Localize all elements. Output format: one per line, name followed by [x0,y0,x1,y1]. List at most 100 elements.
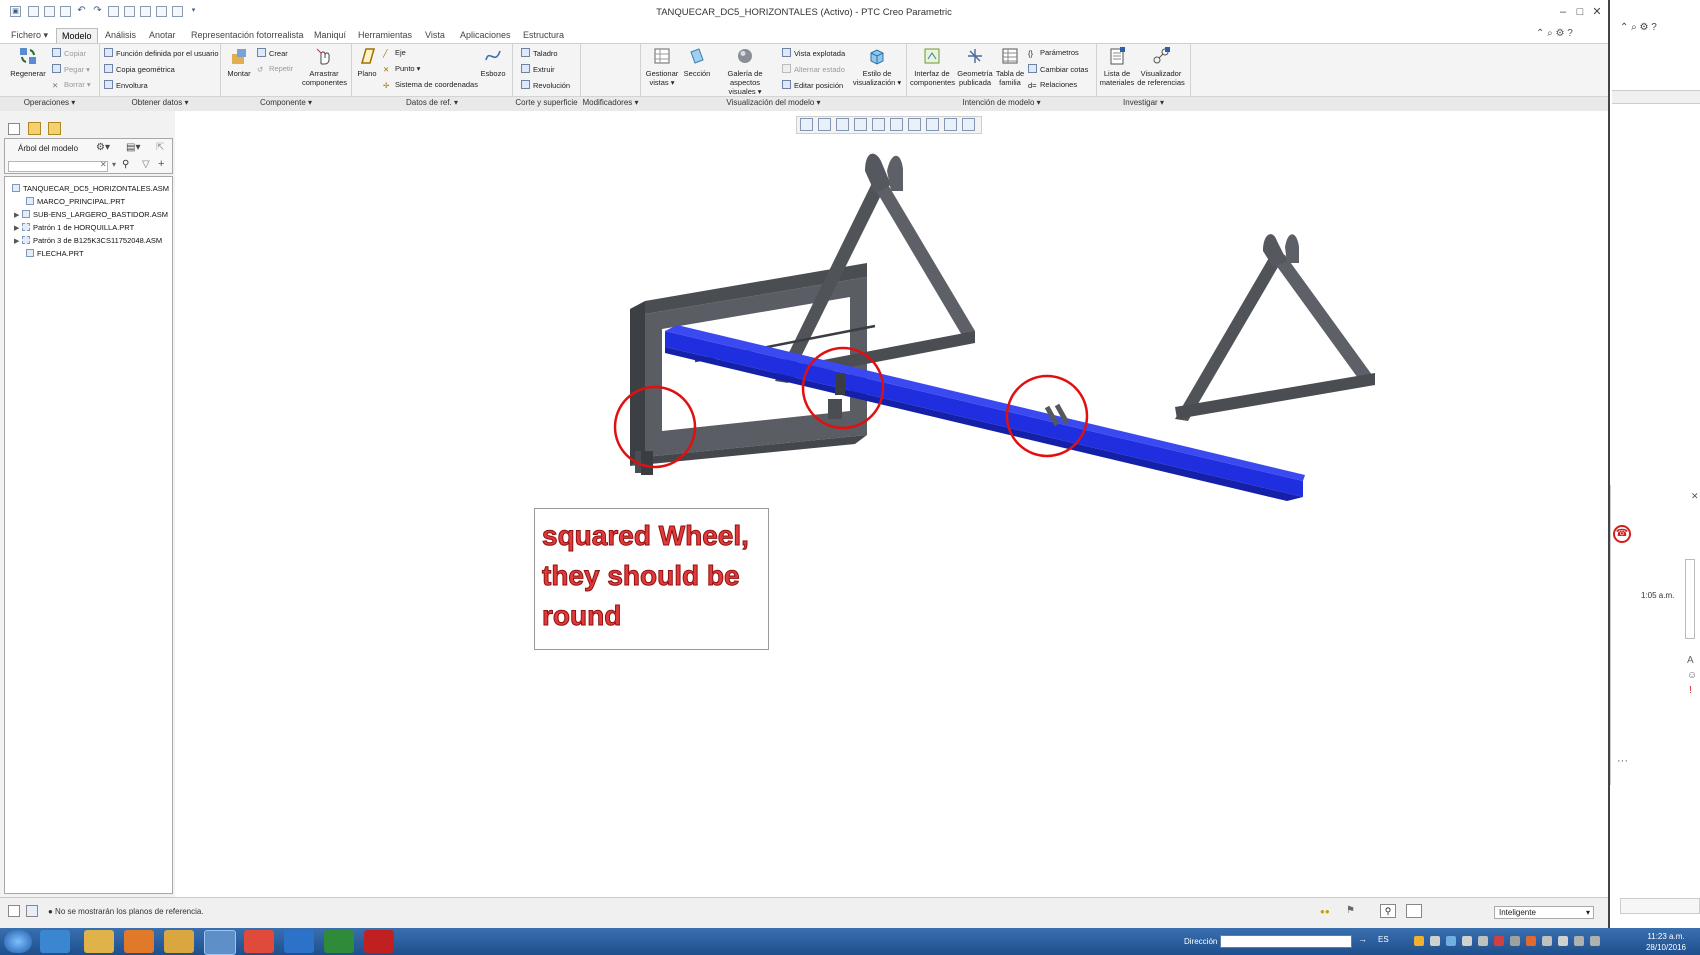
estilo-visualizacion-button[interactable]: Estilo de visualización ▾ [850,46,904,87]
volume-icon[interactable] [1590,936,1600,946]
tab-maniqui[interactable]: Maniquí [309,28,351,43]
tree-item-subens[interactable]: ▶ SUB-ENS_LARGERO_BASTIDOR.ASM [14,209,168,222]
tray-icon-8[interactable] [1526,936,1536,946]
tab-representacion[interactable]: Representación fotorrealista [186,28,309,43]
geometria-publicada-button[interactable]: Geometría publicada [956,46,994,87]
tree-settings-icon[interactable]: ⚙▾ [96,142,110,153]
more-options-icon[interactable]: ··· [1617,755,1628,767]
taskbar-lync-icon[interactable] [284,930,314,953]
taskbar-ie-icon[interactable] [40,930,70,953]
favorites-tab-icon[interactable] [48,122,61,135]
group-modificadores[interactable]: Modificadores ▾ [581,97,640,109]
search-dropdown-icon[interactable]: ▾ [112,160,116,169]
group-componente[interactable]: Componente ▾ [221,97,351,109]
editar-posicion-button[interactable]: Editar posición [782,80,843,91]
revolucion-button[interactable]: Revolución [521,80,570,91]
tree-columns-icon[interactable]: ⇱ [156,142,164,153]
maximize-button[interactable]: □ [1572,5,1588,19]
montar-button[interactable]: Montar [224,46,254,78]
folder-browser-tab-icon[interactable] [28,122,41,135]
group-obtener-datos[interactable]: Obtener datos ▾ [100,97,220,109]
important-icon[interactable]: ! [1689,685,1692,696]
crear-button[interactable]: Crear [257,48,288,59]
bg-window-toolbar-icons[interactable]: ⌃ ⌕ ⚙ ? [1620,22,1657,33]
flag-icon[interactable]: ⚑ [1346,905,1355,916]
find-icon[interactable]: ⚲ [1380,904,1396,918]
tab-vista[interactable]: Vista [420,28,450,43]
group-visualizacion[interactable]: Visualización del modelo ▾ [641,97,906,109]
tree-item-patron3[interactable]: ▶ Patrón 3 de B125K3CS11752048.ASM [14,235,162,248]
network-icon[interactable] [1574,936,1584,946]
select-filter-icon[interactable] [1406,904,1422,918]
language-indicator[interactable]: ES [1378,935,1389,944]
relaciones-button[interactable]: d= Relaciones [1028,80,1077,90]
repetir-button[interactable]: ↺ Repetir [257,64,293,74]
pegar-button[interactable]: Pegar ▾ [52,64,90,75]
taskbar-chrome-icon[interactable] [244,930,274,953]
copia-geometrica-button[interactable]: Copia geométrica [104,64,175,75]
taskbar-excel-icon[interactable] [324,930,354,953]
tray-icon-2[interactable] [1430,936,1440,946]
ribbon-options-icon[interactable]: ⌃ ⌕ ⚙ ? [1536,28,1573,39]
plano-button[interactable]: Plano [354,46,380,78]
taladro-button[interactable]: Taladro [521,48,558,59]
model-viewport[interactable] [175,111,1608,897]
clear-search-icon[interactable]: ✕ [100,160,107,169]
start-button[interactable] [4,930,32,953]
extruir-button[interactable]: Extruir [521,64,555,75]
esbozo-button[interactable]: Esbozo [478,46,508,78]
expand-icon[interactable]: ▶ [14,223,22,235]
hangup-icon[interactable]: ☎ [1613,525,1631,543]
tray-icon-1[interactable] [1414,936,1424,946]
regenerar-button[interactable]: Regenerar [8,46,48,78]
copiar-button[interactable]: Copiar [52,48,86,59]
tree-item-marco[interactable]: MARCO_PRINCIPAL.PRT [26,196,125,208]
group-intencion[interactable]: Intención de modelo ▾ [907,97,1096,109]
expand-icon[interactable]: ▶ [14,210,22,222]
taskbar-acrobat-icon[interactable] [364,930,394,953]
gestionar-vistas-button[interactable]: Gestionar vistas ▾ [643,46,681,87]
borrar-button[interactable]: ✕ Borrar ▾ [52,80,91,90]
arrastrar-button[interactable]: Arrastrar componentes [302,46,347,87]
tray-icon-6[interactable] [1494,936,1504,946]
tray-icon-10[interactable] [1558,936,1568,946]
address-go-icon[interactable]: → [1358,934,1367,944]
visualizador-referencias-button[interactable]: Visualizador de referencias [1136,46,1186,87]
chat-scrollbar[interactable] [1685,559,1695,639]
trailer-model[interactable] [613,153,1375,501]
close-button[interactable]: ✕ [1589,5,1605,19]
funcion-usuario-button[interactable]: Función definida por el usuario [104,48,219,59]
toggle-browser-icon[interactable] [26,905,38,917]
toggle-navigator-icon[interactable] [8,905,20,917]
taskbar-media-icon[interactable] [124,930,154,953]
popup-close-icon[interactable]: ✕ [1691,491,1699,502]
selection-filter-dropdown[interactable]: Inteligente ▾ [1494,906,1594,919]
taskbar-creo-icon[interactable] [204,930,236,955]
tray-icon-4[interactable] [1462,936,1472,946]
galeria-aspectos-button[interactable]: Galería de aspectos visuales ▾ [713,46,777,96]
tabla-familia-button[interactable]: Tabla de familia [995,46,1025,87]
seccion-button[interactable]: Sección [682,46,712,78]
tray-icon-5[interactable] [1478,936,1488,946]
taskbar-explorer-icon[interactable] [84,930,114,953]
group-datos-ref[interactable]: Datos de ref. ▾ [352,97,512,109]
expand-icon[interactable]: ▶ [14,236,22,248]
tray-icon-9[interactable] [1542,936,1552,946]
tab-analisis[interactable]: Análisis [100,28,141,43]
tray-icon-7[interactable] [1510,936,1520,946]
vista-explotada-button[interactable]: Vista explotada [782,48,845,59]
address-input[interactable] [1220,935,1352,948]
eje-button[interactable]: ╱ Eje [383,48,406,58]
cambiar-cotas-button[interactable]: Cambiar cotas [1028,64,1088,75]
tree-item-flecha[interactable]: FLECHA.PRT [26,248,84,260]
envoltura-button[interactable]: Envoltura [104,80,148,91]
font-icon[interactable]: A [1687,655,1694,666]
add-column-icon[interactable]: + [158,158,164,170]
tree-item-root[interactable]: TANQUECAR_DC5_HORIZONTALES.ASM [12,183,169,195]
alternar-estado-button[interactable]: Alternar estado [782,64,845,75]
model-tree-tab-icon[interactable] [8,123,20,135]
clock[interactable]: 11:23 a.m. 28/10/2016 [1640,931,1692,953]
group-investigar[interactable]: Investigar ▾ [1097,97,1190,109]
parametros-button[interactable]: {} Parámetros [1028,48,1079,58]
minimize-button[interactable]: – [1555,5,1571,19]
